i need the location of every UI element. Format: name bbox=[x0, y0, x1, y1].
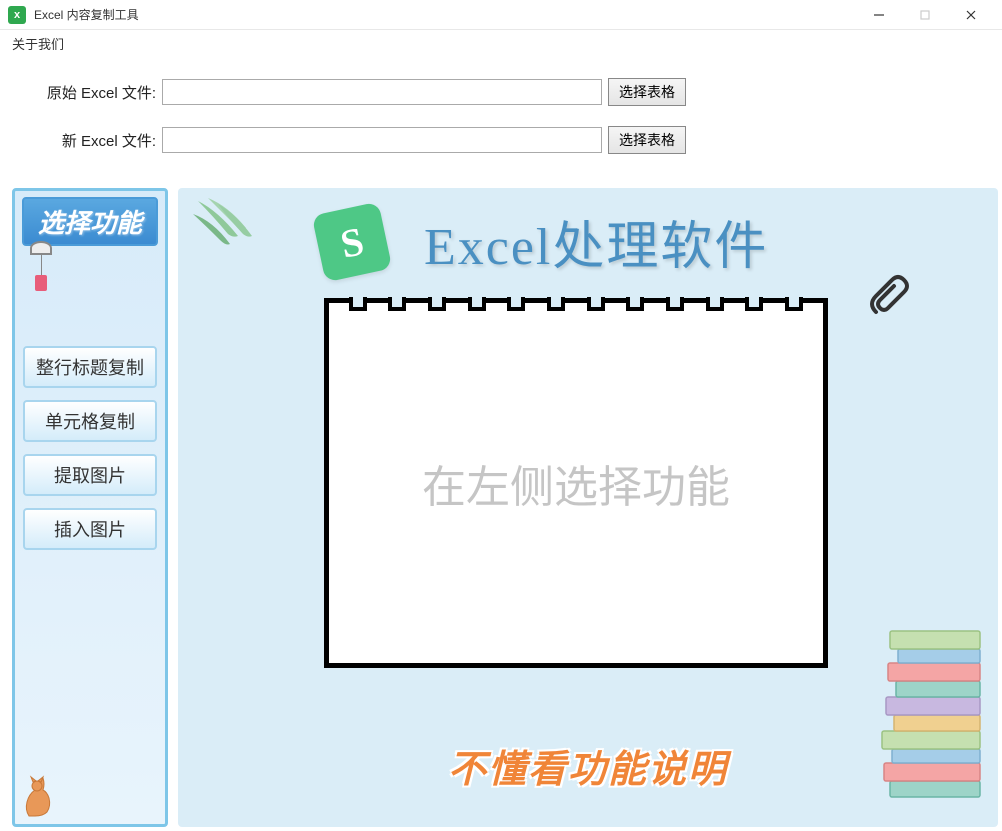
cell-copy-button[interactable]: 单元格复制 bbox=[23, 400, 157, 442]
original-file-row: 原始 Excel 文件: 选择表格 bbox=[32, 78, 970, 106]
app-headline: Excel处理软件 bbox=[424, 204, 768, 279]
new-file-row: 新 Excel 文件: 选择表格 bbox=[32, 126, 970, 154]
new-file-browse-button[interactable]: 选择表格 bbox=[608, 126, 686, 154]
note-notches bbox=[324, 297, 828, 317]
row-title-copy-button[interactable]: 整行标题复制 bbox=[23, 346, 157, 388]
main-area: 选择功能 整行标题复制 单元格复制 提取图片 插入图片 S bbox=[0, 184, 1002, 831]
minimize-button[interactable] bbox=[856, 0, 902, 30]
new-file-input[interactable] bbox=[162, 127, 602, 153]
original-file-input[interactable] bbox=[162, 79, 602, 105]
books-stack-icon bbox=[870, 611, 990, 811]
note-placeholder-text: 在左侧选择功能 bbox=[422, 451, 730, 515]
window-controls bbox=[856, 0, 994, 30]
spreadsheet-icon-letter: S bbox=[336, 217, 368, 268]
sidebar-button-list: 整行标题复制 单元格复制 提取图片 插入图片 bbox=[19, 346, 161, 550]
sidebar-heading: 选择功能 bbox=[22, 197, 158, 246]
app-icon bbox=[8, 6, 26, 24]
spreadsheet-icon: S bbox=[312, 202, 393, 283]
sidebar: 选择功能 整行标题复制 单元格复制 提取图片 插入图片 bbox=[12, 188, 168, 827]
note-body: 在左侧选择功能 bbox=[324, 298, 828, 668]
menubar: 关于我们 bbox=[0, 30, 1002, 54]
file-selector-panel: 原始 Excel 文件: 选择表格 新 Excel 文件: 选择表格 bbox=[0, 54, 1002, 184]
cat-decoration-icon bbox=[21, 770, 63, 818]
wind-chime-icon bbox=[27, 241, 55, 301]
close-button[interactable] bbox=[948, 0, 994, 30]
menu-about[interactable]: 关于我们 bbox=[8, 32, 68, 55]
extract-image-button[interactable]: 提取图片 bbox=[23, 454, 157, 496]
content-panel: S Excel处理软件 在左侧选择功能 不懂看功能说明 bbox=[178, 188, 998, 827]
titlebar: Excel 内容复制工具 bbox=[0, 0, 1002, 30]
maximize-button[interactable] bbox=[902, 0, 948, 30]
insert-image-button[interactable]: 插入图片 bbox=[23, 508, 157, 550]
original-file-browse-button[interactable]: 选择表格 bbox=[608, 78, 686, 106]
note-paper: 在左侧选择功能 bbox=[324, 298, 828, 668]
window-title: Excel 内容复制工具 bbox=[34, 6, 856, 23]
bamboo-leaves-icon bbox=[188, 196, 278, 266]
paperclip-icon bbox=[858, 270, 914, 326]
original-file-label: 原始 Excel 文件: bbox=[32, 82, 162, 103]
new-file-label: 新 Excel 文件: bbox=[32, 130, 162, 151]
